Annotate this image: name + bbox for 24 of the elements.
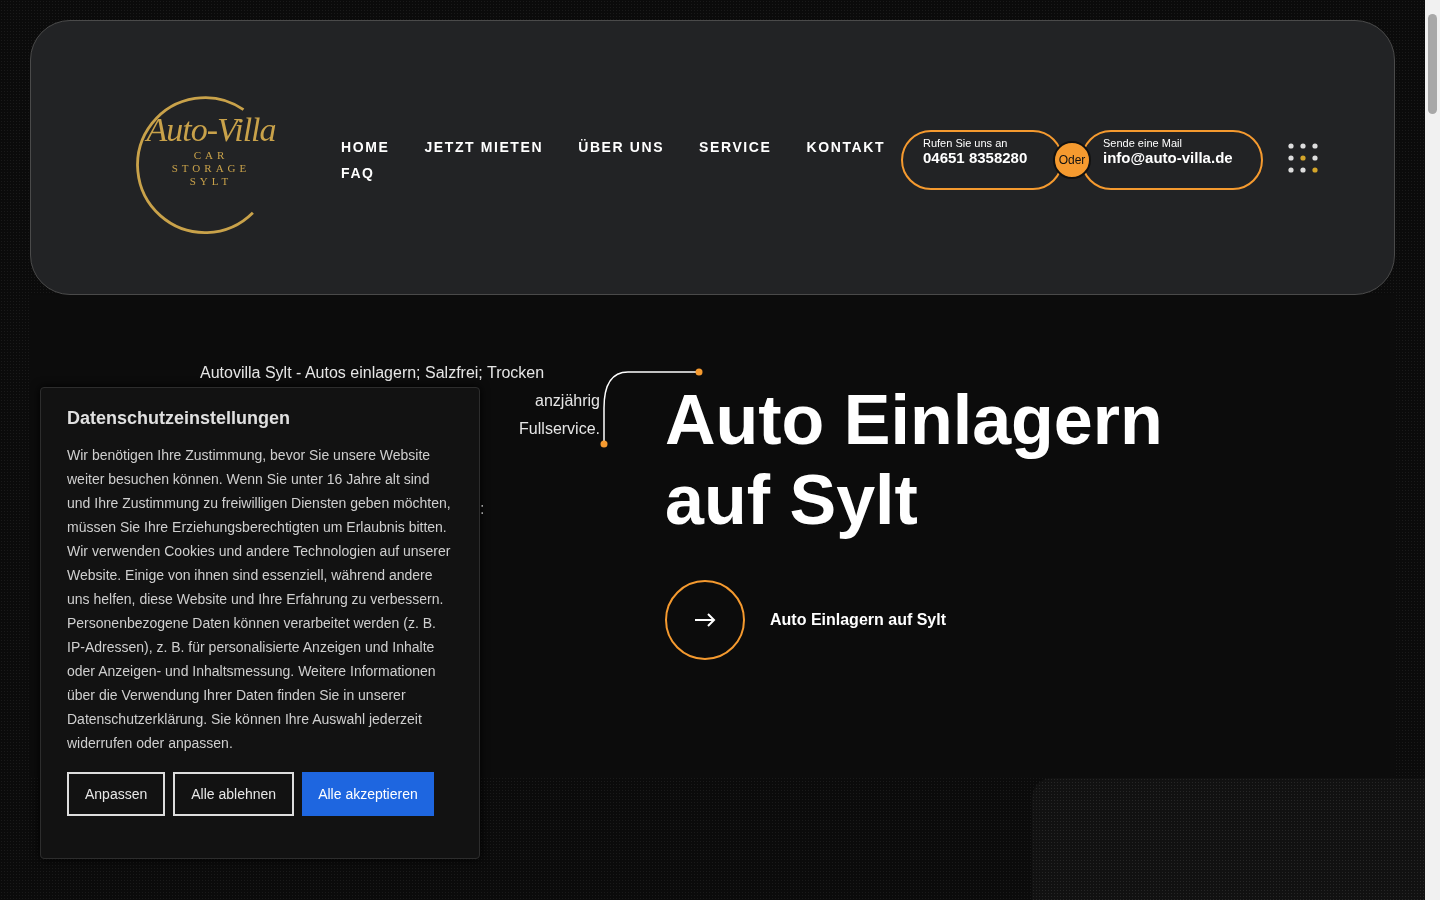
intro-text: : [480, 499, 485, 519]
nav-link[interactable]: HOME [341, 137, 390, 157]
nav-link[interactable]: FAQ [341, 163, 375, 183]
dialog-title: Datenschutzeinstellungen [67, 408, 292, 429]
menu-icon[interactable] [1287, 142, 1319, 174]
scrollbar-thumb[interactable] [1428, 14, 1437, 114]
arrow-button[interactable] [665, 580, 745, 660]
logo[interactable]: Auto-Villa CAR STORAGE SYLT [131, 89, 291, 234]
accept-button[interactable]: Alle akzeptieren [302, 772, 434, 816]
dialog-text: Wir benötigen Ihre Zustimmung, bevor Sie unsere Website weiter besuchen können. Wenn Sie unter 16 Jahre alt sind und Ihre Zustimmung zu freiwilligen Diensten geben möchten, müssen Sie Ihre Erziehungsberechtigten um Erlaubnis bitten. Wir verwenden Cookies und andere Technologien auf unserer Website. Einige von ihnen sind essenziell, während andere uns helfen, diese Website und Ihre Erfahrung zu verbessern. Personenbezogene Daten können verarbeitet werden (z. B. IP-Adressen), z. B. für personalisierte Anzeigen und Inhalte oder Anzeigen- und Inhaltsmessung. Weitere Informationen über die Verwendung Ihrer Daten finden Sie in unserer Datenschutzerklärung. Sie können Ihre Auswahl jederzeit widerrufen oder anpassen. [67, 446, 452, 753]
intro-text: anzjährig [535, 391, 600, 411]
dialog-button[interactable]: Alle ablehnen [173, 772, 295, 816]
dialog-button[interactable]: Anpassen [67, 772, 166, 816]
nav-link[interactable]: KONTAKT [806, 137, 886, 157]
nav-link[interactable]: ÜBER UNS [578, 137, 665, 157]
cta-link[interactable]: Auto Einlagern auf Sylt [770, 611, 946, 629]
intro-text: Fullservice. [519, 419, 600, 439]
intro-text: Autovilla Sylt - Autos einlagern; Salzfrei; Trocken [200, 363, 545, 383]
hero-title: Auto Einlagern auf Sylt [665, 380, 1164, 540]
scrollbar[interactable] [1425, 0, 1440, 900]
nav-link[interactable]: JETZT MIETEN [424, 137, 544, 157]
separator-badge: Oder [1053, 141, 1091, 179]
arrow-right-icon [693, 612, 717, 628]
nav-link[interactable]: SERVICE [699, 137, 772, 157]
